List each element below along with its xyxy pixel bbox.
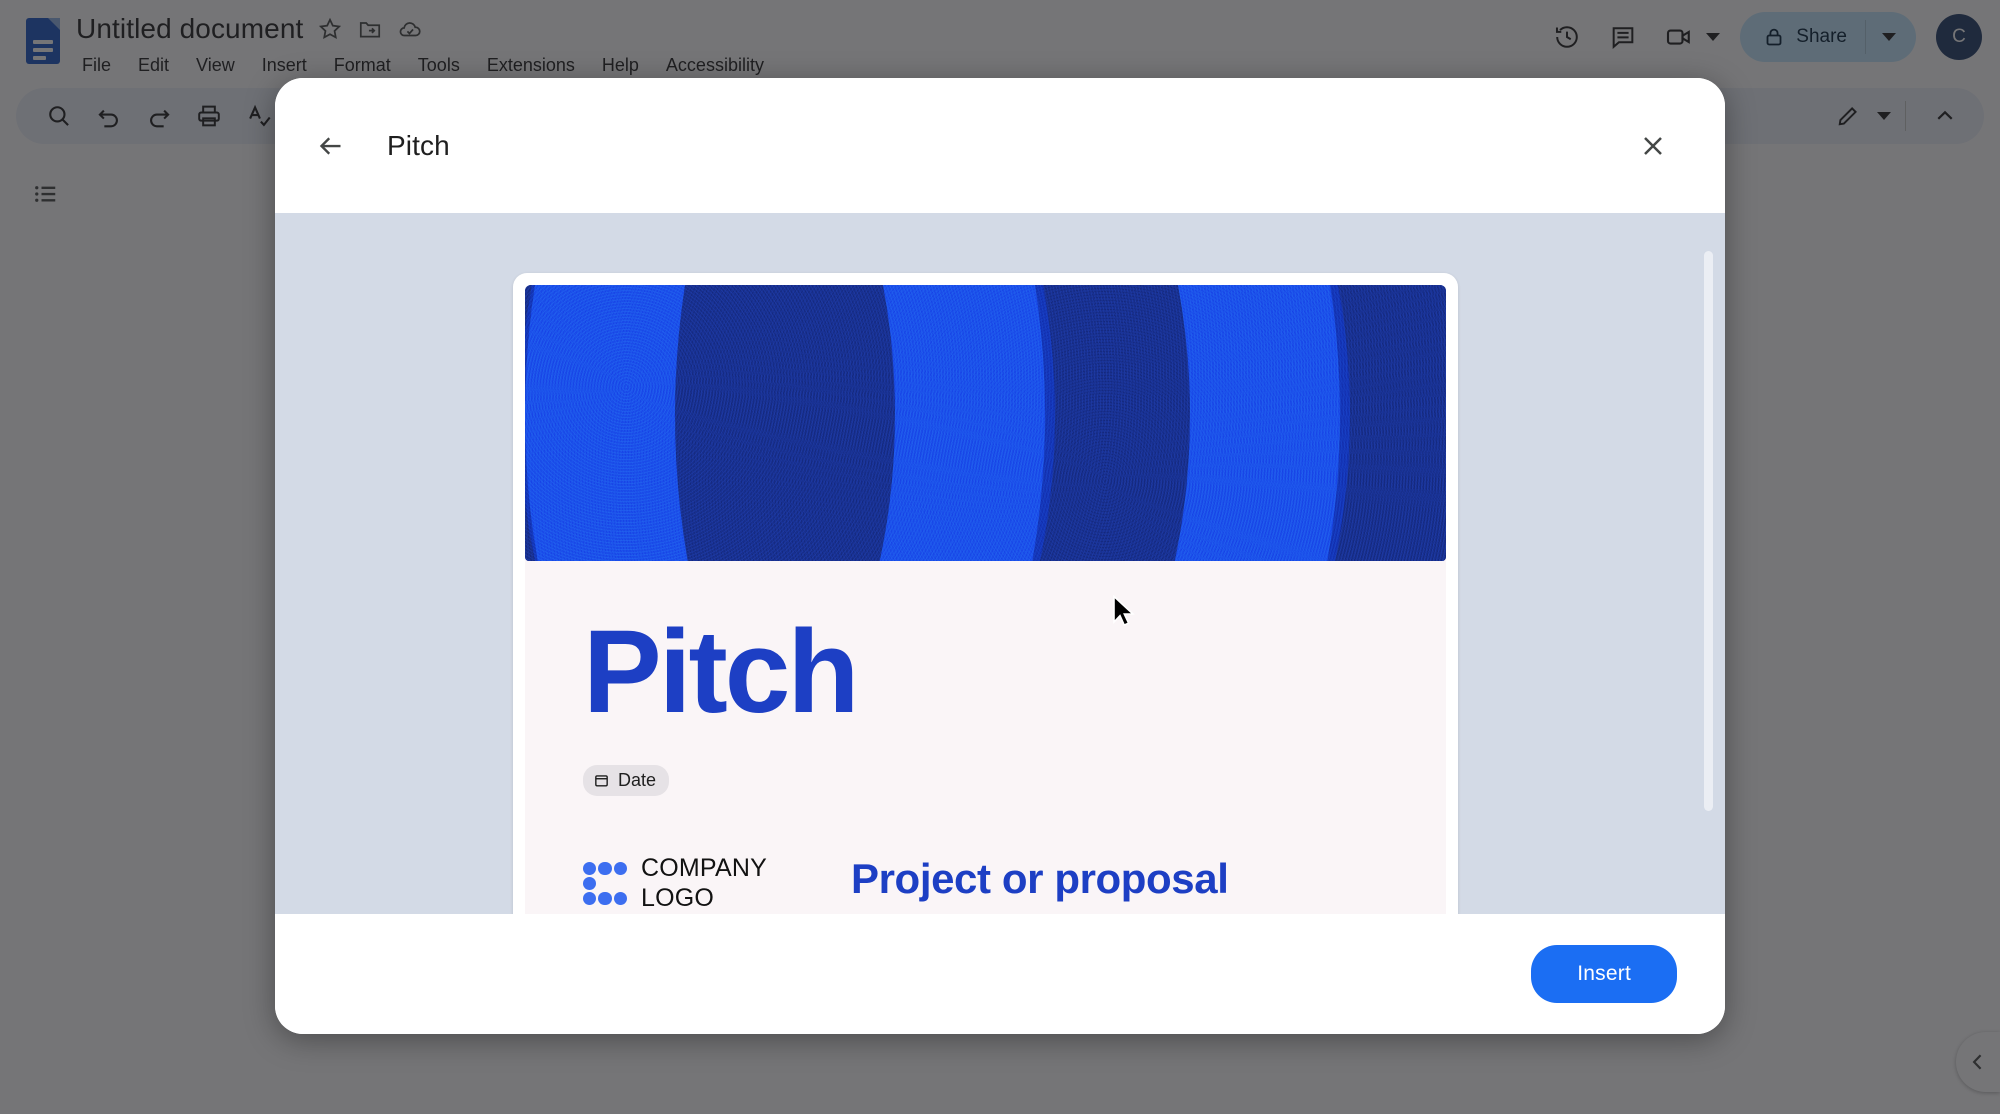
- company-logo-line1: COMPANY: [641, 854, 767, 882]
- calendar-icon: [595, 775, 608, 787]
- template-preview-dialog: Pitch Pitch Date COMPANY LOGO Project or…: [275, 78, 1725, 1034]
- dialog-title: Pitch: [387, 129, 450, 161]
- date-chip-label: Date: [618, 770, 657, 790]
- company-logo-block: COMPANY LOGO: [583, 854, 851, 913]
- arrow-left-icon: [319, 136, 341, 155]
- slide-footer-row: COMPANY LOGO Project or proposal name: [583, 854, 1388, 914]
- company-logo-text: COMPANY LOGO: [641, 854, 767, 913]
- preview-scrollbar[interactable]: [1704, 251, 1713, 811]
- dialog-header: Pitch: [275, 78, 1725, 213]
- blue-concentric-arcs-banner: [525, 285, 1446, 561]
- proposal-name: Project or proposal name: [851, 855, 1229, 914]
- company-logo-line2: LOGO: [641, 883, 715, 912]
- template-preview-card[interactable]: Pitch Date COMPANY LOGO Project or propo…: [513, 273, 1458, 914]
- close-button[interactable]: [1625, 118, 1681, 174]
- slide-content: Pitch Date COMPANY LOGO Project or propo…: [525, 561, 1446, 914]
- slide: Pitch Date COMPANY LOGO Project or propo…: [525, 285, 1446, 914]
- dialog-footer: Insert: [275, 914, 1725, 1034]
- back-button[interactable]: [303, 118, 359, 174]
- slide-title: Pitch: [583, 606, 860, 738]
- insert-button[interactable]: Insert: [1531, 945, 1677, 1003]
- close-icon: [1644, 136, 1662, 155]
- company-logo-dots-icon: [583, 861, 627, 906]
- date-chip[interactable]: Date: [583, 765, 670, 796]
- dialog-preview-area[interactable]: Pitch Date COMPANY LOGO Project or propo…: [275, 213, 1725, 914]
